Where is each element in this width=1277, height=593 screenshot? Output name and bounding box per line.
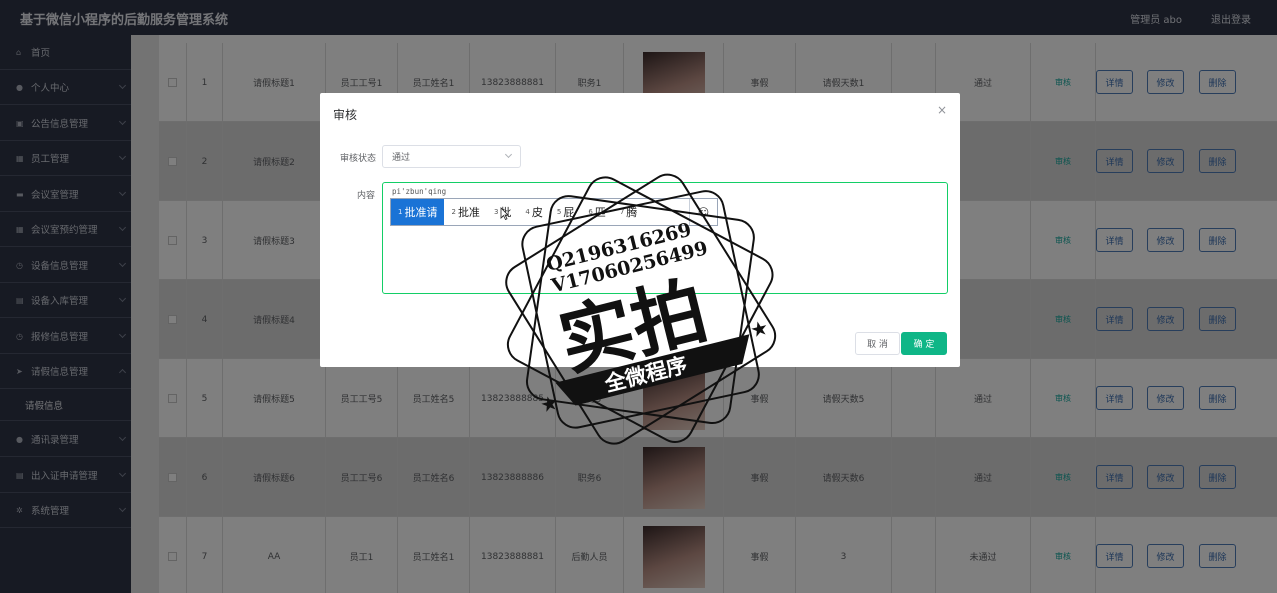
status-select[interactable]: 通过 bbox=[382, 145, 521, 168]
ime-candidate-text: 批准请 bbox=[404, 206, 438, 219]
chevron-down-icon bbox=[504, 150, 513, 159]
ime-candidate[interactable]: 2 批准 bbox=[444, 199, 486, 225]
watermark-stamp: Q2196316269 V17060256499 实拍 全微程序 ★ ★ bbox=[505, 173, 777, 445]
content-label: 内容 bbox=[357, 191, 376, 201]
ime-candidate-number: 1 bbox=[398, 208, 403, 216]
status-label: 审核状态 bbox=[340, 154, 377, 164]
ime-candidate-number: 3 bbox=[493, 208, 499, 216]
close-icon[interactable]: × bbox=[937, 103, 947, 117]
status-select-value: 通过 bbox=[392, 153, 411, 163]
ime-composition: pi'zbun'qing bbox=[392, 187, 447, 196]
star-icon: ★ bbox=[538, 390, 561, 418]
ime-candidate-text: 批准 bbox=[457, 206, 480, 219]
dialog-title: 审核 bbox=[333, 108, 358, 122]
ime-candidate[interactable]: 1 批准请 bbox=[391, 199, 445, 225]
confirm-button[interactable]: 确 定 bbox=[901, 332, 947, 355]
ime-candidate-number: 2 bbox=[451, 208, 456, 216]
cancel-button[interactable]: 取 消 bbox=[855, 332, 900, 355]
